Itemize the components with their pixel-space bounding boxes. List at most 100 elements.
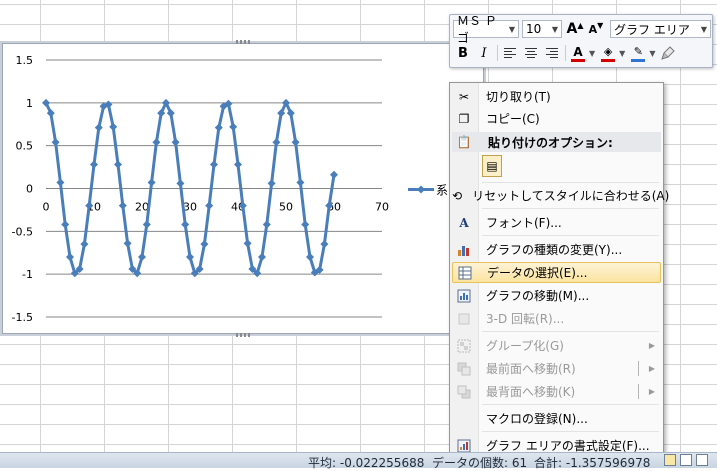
outline-color-button[interactable]: ✎ [628, 43, 648, 63]
mini-toolbar: ＭＳ Ｐゴ ▼ 10 ▼ A ▲ A ▼ グラフ エリア ▼ B I A ▼ ◈… [449, 14, 713, 68]
menu-item-label: グラフの移動(M)... [486, 289, 590, 303]
menu-item-change-chart-type[interactable]: グラフの種類の変更(Y)... [452, 239, 661, 260]
font-name-value: ＭＳ Ｐゴ [457, 14, 497, 45]
y-tick-label: -1.5 [12, 311, 33, 324]
align-center-button[interactable] [521, 43, 541, 63]
send-back-icon [452, 381, 476, 402]
page-break-view-button[interactable] [696, 454, 708, 466]
chart-area[interactable]: 1.5 1 0.5 0 -0.5 -1 -1.5 0 10 20 30 40 50 60 70 系 [2, 40, 484, 337]
paste-option-button[interactable]: ▤ [482, 155, 502, 177]
menu-item-cut[interactable]: ✂ 切り取り(T) [452, 86, 661, 107]
menu-item-label: マクロの登録(N)... [486, 412, 588, 426]
menu-item-font[interactable]: A フォント(F)... [452, 212, 661, 233]
menu-item-move-chart[interactable]: グラフの移動(M)... [452, 285, 661, 306]
copy-icon: ❐ [458, 111, 470, 126]
paint-bucket-icon: ◈ [603, 44, 613, 58]
status-average: 平均: -0.022255688 [308, 456, 425, 470]
reset-style-icon: ⟲ [452, 188, 463, 203]
data-point [301, 220, 310, 229]
menu-item-label: フォント(F)... [486, 216, 562, 230]
menu-item-bring-to-front[interactable]: 最前面へ移動(R) ▶ [452, 358, 661, 379]
menu-item-copy[interactable]: ❐ コピー(C) [452, 108, 661, 129]
data-point [80, 240, 89, 249]
align-right-button[interactable] [542, 43, 562, 63]
select-data-icon [453, 262, 477, 283]
data-point [94, 123, 103, 132]
menu-separator [482, 431, 659, 432]
font-size-value: 10 [526, 22, 542, 36]
x-tick-label: 0 [43, 201, 50, 214]
font-color-dropdown-icon[interactable]: ▼ [589, 49, 595, 58]
data-point [56, 178, 65, 187]
grow-font-icon: A [566, 21, 578, 37]
chart-type-icon [452, 239, 476, 260]
menu-item-select-data[interactable]: データの選択(E)... [452, 262, 661, 283]
font-icon: A [459, 215, 469, 230]
menu-item-label: 3-D 回転(R)... [486, 312, 565, 326]
format-painter-button[interactable] [658, 43, 678, 63]
data-point [291, 138, 300, 147]
menu-item-reset-style[interactable]: ⟲ リセットしてスタイルに合わせる(A) [452, 185, 669, 206]
menu-separator [482, 235, 659, 236]
italic-button[interactable]: I [474, 43, 494, 63]
menu-item-label: リセットしてスタイルに合わせる(A) [472, 189, 670, 203]
pencil-icon: ✎ [633, 44, 643, 58]
outline-color-dropdown-icon[interactable]: ▼ [649, 49, 655, 58]
format-painter-icon [661, 46, 676, 60]
submenu-arrow-icon: ▶ [648, 364, 655, 373]
chevron-down-icon: ▼ [508, 24, 515, 34]
align-left-button[interactable] [500, 43, 520, 63]
paste-options-label: 貼り付けのオプション: [488, 135, 613, 150]
data-point [51, 138, 60, 147]
data-point [200, 240, 209, 249]
fill-color-button[interactable]: ◈ [598, 43, 618, 63]
font-color-icon: A [573, 44, 583, 59]
menu-separator [482, 208, 659, 209]
font-color-button[interactable]: A [568, 43, 588, 63]
shrink-font-button[interactable]: A ▼ [586, 19, 606, 39]
menu-item-assign-macro[interactable]: マクロの登録(N)... [452, 408, 661, 429]
menu-item-label: 最背面へ移動(K) [486, 385, 576, 399]
chart-element-combo[interactable]: グラフ エリア ▼ [610, 20, 711, 38]
font-name-combo[interactable]: ＭＳ Ｐゴ ▼ [453, 14, 519, 45]
menu-item-3d-rotation[interactable]: 3-D 回転(R)... [452, 308, 661, 329]
split-divider [638, 361, 639, 376]
shrink-font-icon: A [588, 22, 598, 36]
page-layout-view-button[interactable] [680, 454, 692, 466]
data-point [330, 170, 338, 179]
move-chart-icon [452, 285, 476, 306]
legend-marker [417, 185, 425, 194]
scissors-icon: ✂ [458, 89, 470, 104]
menu-item-group[interactable]: グループ化(G) ▶ [452, 335, 661, 356]
menu-item-send-to-back[interactable]: 最背面へ移動(K) ▶ [452, 381, 661, 402]
data-point [181, 220, 190, 229]
font-size-combo[interactable]: 10 ▼ [522, 20, 562, 38]
bold-button[interactable]: B [453, 43, 473, 63]
data-point [320, 240, 329, 249]
grow-font-button[interactable]: A ▲ [565, 19, 585, 39]
data-point [296, 178, 305, 187]
data-point [229, 122, 238, 131]
data-point [258, 253, 266, 262]
data-point [118, 201, 127, 210]
data-point [243, 239, 252, 248]
toolbar-separator [497, 45, 498, 61]
legend-label: 系 [436, 184, 448, 198]
rotate-3d-icon [452, 308, 476, 329]
status-count: データの個数: 61 [432, 456, 528, 470]
data-point [267, 179, 276, 188]
chart-resize-handle-bottom[interactable] [236, 333, 250, 337]
group-icon [452, 335, 476, 356]
outline-color-swatch [631, 58, 646, 62]
data-point [306, 253, 314, 262]
data-point [114, 160, 122, 169]
y-tick-label: 0.5 [16, 140, 34, 153]
fill-color-dropdown-icon[interactable]: ▼ [619, 49, 625, 58]
italic-label: I [481, 45, 487, 61]
normal-view-button[interactable] [664, 454, 676, 466]
context-menu: ✂ 切り取り(T) ❐ コピー(C) 📋 貼り付けのオプション: ▤ ⟲ リセッ… [449, 82, 669, 462]
align-left-icon [504, 48, 516, 58]
x-tick-label: 50 [279, 201, 293, 214]
paste-options-header: 📋 貼り付けのオプション: [452, 132, 661, 152]
fill-color-swatch [601, 58, 616, 62]
